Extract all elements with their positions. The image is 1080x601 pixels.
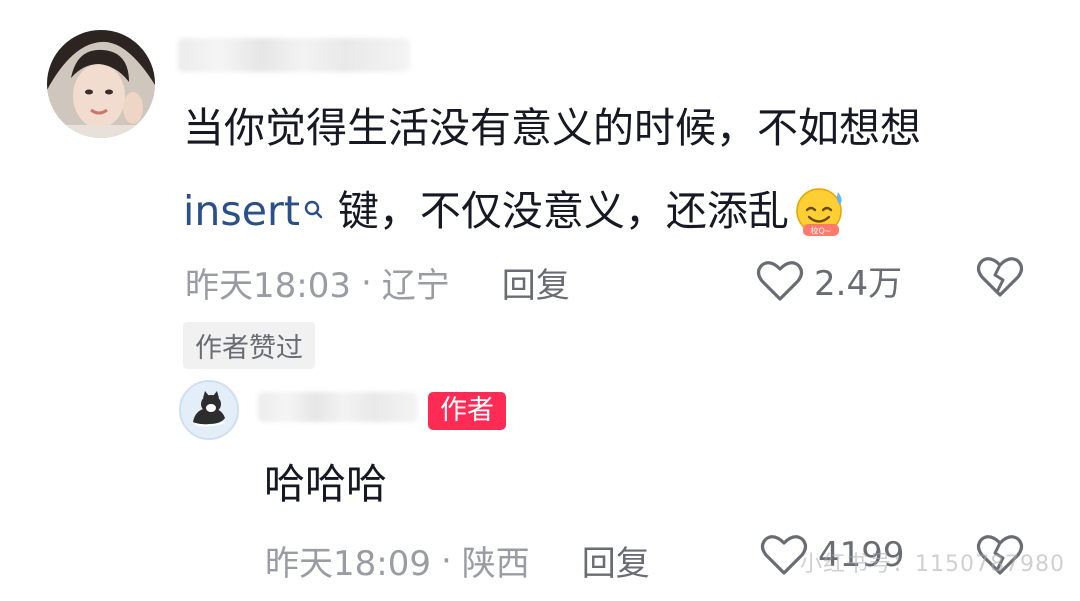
separator: ·	[360, 262, 372, 303]
broken-heart-icon[interactable]	[976, 256, 1024, 298]
keyword-link[interactable]: insert	[183, 190, 300, 232]
comment-meta: 昨天18:03 · 辽宁 回复	[185, 258, 570, 307]
reply-button[interactable]: 回复	[502, 258, 570, 307]
reply-location: 陕西	[461, 544, 530, 584]
reply-button[interactable]: 回复	[582, 536, 650, 585]
watermark: 小红书号：1150787980	[800, 552, 1065, 577]
comment-time: 昨天18:03	[185, 266, 351, 306]
cat-avatar-image	[181, 382, 237, 438]
svg-text:校Q~: 校Q~	[810, 226, 831, 236]
reply-time: 昨天18:09	[265, 544, 431, 584]
search-icon[interactable]	[304, 200, 324, 222]
comment-text-line1: 当你觉得生活没有意义的时候，不如想想	[183, 104, 921, 152]
heart-icon	[756, 260, 804, 301]
separator: ·	[440, 540, 452, 581]
user-avatar-image	[47, 30, 155, 138]
username-blurred[interactable]	[258, 392, 418, 422]
reply-meta: 昨天18:09 · 陕西 回复	[265, 536, 650, 585]
like-count: 2.4万	[814, 264, 903, 304]
author-liked-badge: 作者赞过	[183, 322, 315, 369]
comment-text-rest: 键，不仅没意义，还添乱	[337, 186, 789, 235]
author-tag: 作者	[428, 392, 506, 430]
reply-text: 哈哈哈	[264, 460, 387, 508]
sweat-smile-emoji-icon: 校Q~	[796, 188, 842, 236]
avatar[interactable]	[179, 380, 239, 440]
like-button[interactable]: 2.4万	[756, 256, 902, 305]
comment-text-line2: insert 键，不仅没意义，还添乱 校Q~	[183, 186, 851, 236]
avatar[interactable]	[47, 30, 155, 138]
comment-location: 辽宁	[381, 266, 450, 306]
username-blurred[interactable]	[178, 38, 410, 72]
